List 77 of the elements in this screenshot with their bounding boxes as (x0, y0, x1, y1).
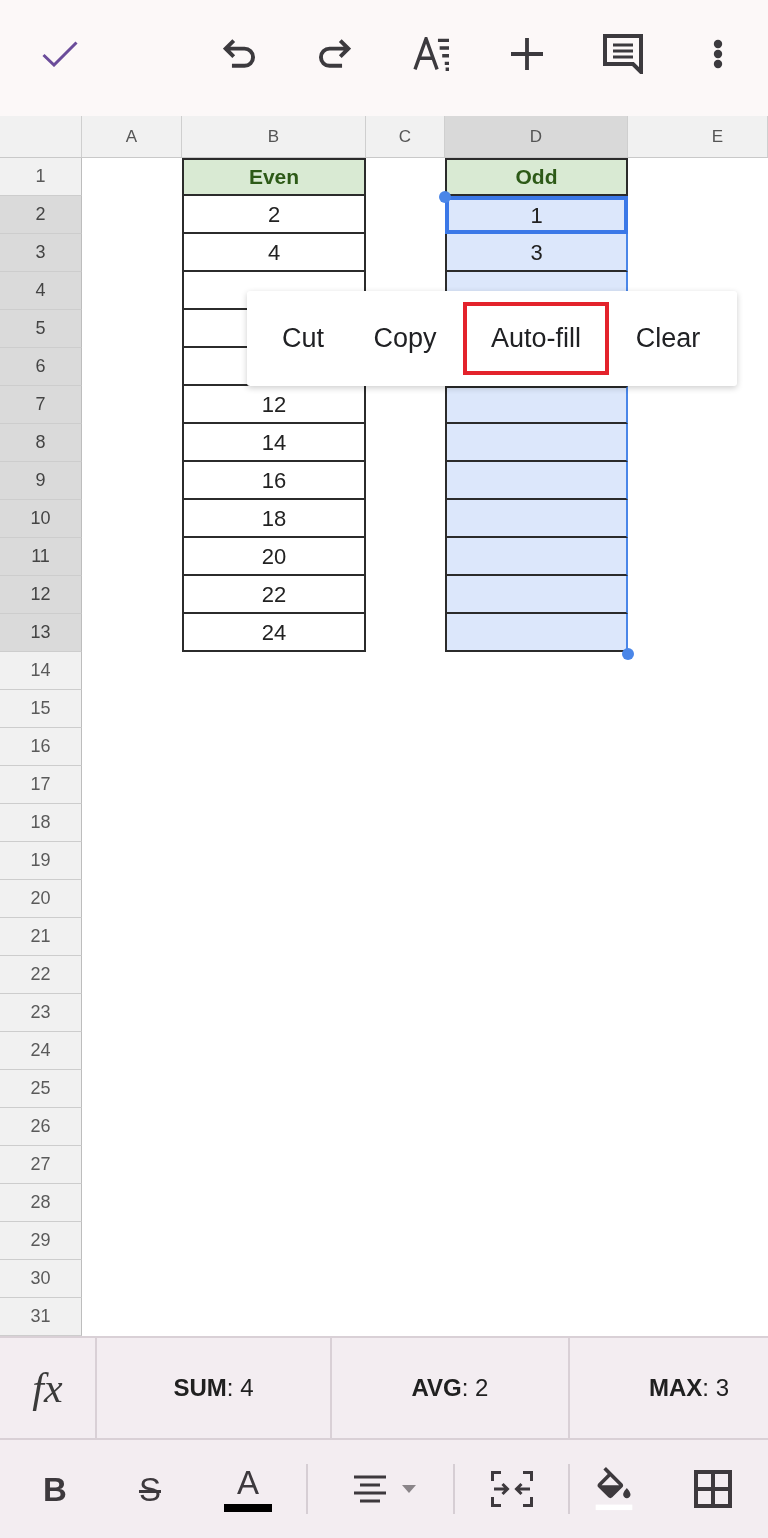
stat-readout: MAX: 3 (649, 1373, 729, 1403)
table-cell[interactable] (445, 424, 628, 462)
row-header[interactable]: 14 (0, 652, 82, 690)
row-header[interactable]: 22 (0, 956, 82, 994)
table-cell[interactable] (445, 538, 628, 576)
undo-icon (223, 37, 257, 71)
row-header[interactable]: 7 (0, 386, 82, 424)
row-header[interactable]: 18 (0, 804, 82, 842)
table-cell[interactable]: 3 (445, 234, 628, 272)
row-header[interactable]: 3 (0, 234, 82, 272)
row-header[interactable]: 12 (0, 576, 82, 614)
row-header[interactable]: 23 (0, 994, 82, 1032)
selection-handle[interactable] (622, 648, 634, 660)
check-icon (42, 41, 78, 67)
table-cell[interactable]: Odd (445, 158, 628, 196)
row-header[interactable]: 27 (0, 1146, 82, 1184)
row-header[interactable]: 4 (0, 272, 82, 310)
table-cell[interactable]: 4 (182, 234, 366, 272)
text-color-button[interactable]: A (220, 1461, 276, 1517)
row-header[interactable]: 31 (0, 1298, 82, 1336)
table-cell[interactable]: 24 (182, 614, 366, 652)
row-header[interactable]: 29 (0, 1222, 82, 1260)
table-cell[interactable]: 1 (445, 196, 628, 234)
align-center-icon (354, 1475, 386, 1503)
plus-icon (511, 38, 543, 70)
row-header[interactable]: 2 (0, 196, 82, 234)
row-header[interactable]: 6 (0, 348, 82, 386)
merge-cells-icon (491, 1471, 533, 1507)
table-cell[interactable] (445, 576, 628, 614)
row-header[interactable]: 15 (0, 690, 82, 728)
row-header[interactable]: 17 (0, 766, 82, 804)
row-header[interactable]: 1 (0, 158, 82, 196)
column-header[interactable]: D (445, 116, 628, 157)
table-cell[interactable]: 14 (182, 424, 366, 462)
table-cell[interactable]: 20 (182, 538, 366, 576)
table-cell[interactable] (445, 500, 628, 538)
menu-item[interactable]: Clear (609, 302, 727, 375)
row-header[interactable]: 11 (0, 538, 82, 576)
table-cell[interactable]: 18 (182, 500, 366, 538)
row-header[interactable]: 25 (0, 1070, 82, 1108)
table-cell[interactable]: Even (182, 158, 366, 196)
stat-readout: AVG: 2 (411, 1373, 489, 1403)
menu-item[interactable]: Copy (347, 302, 463, 375)
row-header[interactable]: 21 (0, 918, 82, 956)
table-cell[interactable]: 16 (182, 462, 366, 500)
row-header[interactable]: 16 (0, 728, 82, 766)
bold-button[interactable]: B (27, 1461, 83, 1517)
table-cell[interactable]: 22 (182, 576, 366, 614)
table-cell[interactable] (445, 386, 628, 424)
borders-grid-icon (694, 1470, 732, 1508)
table-cell[interactable]: 12 (182, 386, 366, 424)
row-header[interactable]: 24 (0, 1032, 82, 1070)
row-header[interactable]: 19 (0, 842, 82, 880)
stat-readout: SUM: 4 (173, 1373, 254, 1403)
caret-icon (402, 1485, 416, 1493)
row-header[interactable]: 13 (0, 614, 82, 652)
strikethrough-button[interactable]: S (122, 1461, 178, 1517)
row-header[interactable]: 10 (0, 500, 82, 538)
row-header[interactable]: 5 (0, 310, 82, 348)
row-header[interactable]: 9 (0, 462, 82, 500)
row-header[interactable]: 28 (0, 1184, 82, 1222)
table-cell[interactable] (445, 462, 628, 500)
comment-icon (603, 34, 643, 74)
menu-item[interactable]: Cut (259, 302, 347, 375)
row-header[interactable]: 8 (0, 424, 82, 462)
table-cell[interactable] (445, 614, 628, 652)
more-options-icon (713, 39, 723, 69)
table-cell[interactable]: 2 (182, 196, 366, 234)
redo-icon (317, 37, 351, 71)
row-header[interactable]: 20 (0, 880, 82, 918)
function-button[interactable]: fx (0, 1338, 97, 1438)
row-header[interactable]: 30 (0, 1260, 82, 1298)
text-format-icon (412, 37, 452, 71)
row-header[interactable]: 26 (0, 1108, 82, 1146)
menu-item[interactable]: Auto-fill (463, 302, 609, 375)
selection-handle[interactable] (439, 191, 451, 203)
color-underline-icon (224, 1504, 272, 1512)
